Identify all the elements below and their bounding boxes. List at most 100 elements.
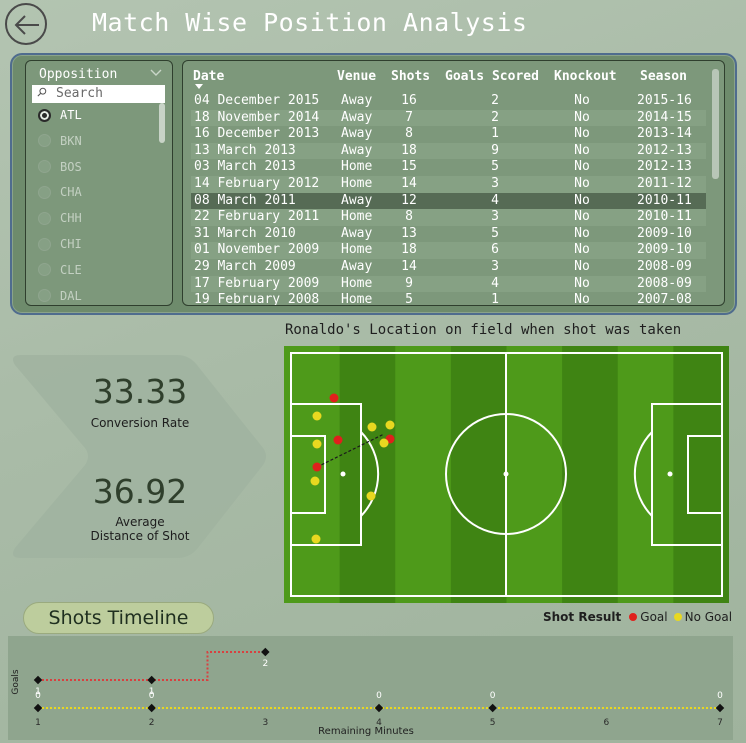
cell-venue: Home <box>341 209 373 225</box>
data-label: 0 <box>376 691 382 701</box>
cell-knockout: No <box>574 109 590 125</box>
shot-marker-no-goal[interactable] <box>311 534 321 544</box>
search-placeholder: Search <box>56 86 103 101</box>
shot-marker-no-goal[interactable] <box>367 422 377 432</box>
radio-unchecked-icon[interactable] <box>38 134 51 148</box>
radio-unchecked-icon[interactable] <box>38 289 51 303</box>
cell-venue: Away <box>341 93 373 108</box>
data-point[interactable] <box>33 675 43 685</box>
data-point[interactable] <box>33 703 43 713</box>
shot-marker-no-goal[interactable] <box>366 491 376 501</box>
shots-timeline-button[interactable]: Shots Timeline <box>23 602 214 634</box>
shot-result-legend: Shot Result Goal No Goal <box>543 610 732 624</box>
table-row[interactable]: 17 February 2009 Home 9 4 No 2008-09 <box>191 275 706 293</box>
data-point[interactable] <box>147 675 156 685</box>
slicer-option[interactable]: CHA <box>38 182 82 202</box>
cell-venue: Away <box>341 142 373 158</box>
shot-marker-no-goal[interactable] <box>312 439 322 449</box>
table-row[interactable]: 01 November 2009 Home 18 6 No 2009-10 <box>191 242 706 259</box>
shot-marker-goal[interactable] <box>333 435 343 445</box>
cell-shots: 18 <box>401 242 417 258</box>
cell-shots: 16 <box>401 93 417 108</box>
data-point[interactable] <box>374 703 384 713</box>
radio-checked-icon[interactable] <box>38 108 51 122</box>
back-button[interactable] <box>5 3 47 45</box>
table-row[interactable]: 03 March 2013 Home 15 5 No 2012-13 <box>191 159 706 176</box>
pitch-stripe <box>673 346 729 603</box>
table-row[interactable]: 31 March 2010 Away 13 5 No 2009-10 <box>191 226 706 243</box>
column-header-venue[interactable]: Venue <box>337 69 376 84</box>
radio-unchecked-icon[interactable] <box>38 185 51 199</box>
radio-unchecked-icon[interactable] <box>38 237 51 251</box>
cell-venue: Away <box>341 192 373 208</box>
column-header-date[interactable]: Date <box>193 69 224 84</box>
slicer-option[interactable]: CHH <box>38 208 82 228</box>
radio-unchecked-icon[interactable] <box>38 211 51 225</box>
slicer-search-input[interactable]: Search <box>32 85 165 103</box>
shot-marker-no-goal[interactable] <box>385 420 395 430</box>
column-header-season[interactable]: Season <box>640 69 687 84</box>
x-tick-label: 7 <box>717 718 723 728</box>
table-row[interactable]: 22 February 2011 Home 8 3 No 2010-11 <box>191 209 706 226</box>
sort-descending-icon <box>195 84 203 89</box>
data-label: 2 <box>262 659 268 669</box>
radio-unchecked-icon[interactable] <box>38 263 51 277</box>
shot-marker-no-goal[interactable] <box>310 476 320 486</box>
slicer-option[interactable]: ATL <box>38 105 82 125</box>
legend-title: Shot Result <box>543 610 622 624</box>
table-row[interactable]: 04 December 2015 Away 16 2 No 2015-16 <box>191 93 706 110</box>
legend-goal[interactable]: Goal <box>640 610 667 624</box>
table-row[interactable]: 13 March 2013 Away 18 9 No 2012-13 <box>191 142 706 160</box>
column-header-knockout[interactable]: Knockout <box>554 69 617 84</box>
page-title: Match Wise Position Analysis <box>92 8 528 37</box>
x-tick-label: 2 <box>149 718 155 728</box>
cell-season: 2008-09 <box>637 275 692 291</box>
shot-marker-goal[interactable] <box>312 462 322 472</box>
table-scrollbar[interactable] <box>712 69 719 179</box>
field-title: Ronaldo's Location on field when shot wa… <box>285 322 682 338</box>
slicer-scrollbar[interactable] <box>159 103 165 143</box>
radio-unchecked-icon[interactable] <box>38 160 51 174</box>
chevron-down-icon[interactable] <box>150 67 162 80</box>
slicer-option[interactable]: BOS <box>38 157 82 177</box>
slicer-option-label: BOS <box>60 159 82 174</box>
slicer-option[interactable]: CHI <box>38 234 82 254</box>
cell-date: 18 November 2014 <box>194 109 320 125</box>
legend-no-goal[interactable]: No Goal <box>685 610 732 624</box>
table-row[interactable]: 29 March 2009 Away 14 3 No 2008-09 <box>191 259 706 276</box>
table-row[interactable]: 19 February 2008 Home 5 1 No 2007-08 <box>191 292 706 306</box>
cell-knockout: No <box>574 209 590 225</box>
table-row[interactable]: 16 December 2013 Away 8 1 No 2013-14 <box>191 126 706 143</box>
cell-season: 2008-09 <box>637 259 692 274</box>
cell-season: 2012-13 <box>637 159 692 175</box>
pitch-stripe <box>284 346 341 603</box>
cell-date: 08 March 2011 <box>194 192 296 208</box>
slicer-option-label: ATL <box>60 108 82 122</box>
data-point[interactable] <box>261 647 270 657</box>
shots-timeline-chart: 1 2 3 4 5 6 71 120 0 0 0 0 Goals Remaining Minutes <box>8 636 733 740</box>
cell-season: 2009-10 <box>637 225 692 241</box>
table-row[interactable]: 14 February 2012 Home 14 3 No 2011-12 <box>191 176 706 193</box>
cell-venue: Home <box>341 292 373 306</box>
cell-knockout: No <box>574 159 590 175</box>
cell-season: 2013-14 <box>637 126 692 142</box>
shot-marker-no-goal[interactable] <box>379 438 389 448</box>
column-header-goals-scored[interactable]: Goals Scored <box>445 69 539 84</box>
data-point[interactable] <box>715 703 725 713</box>
cell-season: 2010-11 <box>637 192 692 208</box>
slicer-option[interactable]: DAL <box>38 286 82 305</box>
data-point[interactable] <box>488 703 497 713</box>
shot-marker-goal[interactable] <box>329 393 339 403</box>
slicer-option[interactable]: BKN <box>38 131 82 151</box>
table-row[interactable]: 08 March 2011 Away 12 4 No 2010-11 <box>191 192 706 210</box>
cell-date: 29 March 2009 <box>194 259 296 274</box>
slicer-option[interactable]: CLE <box>38 260 82 280</box>
cell-shots: 18 <box>401 142 417 158</box>
table-row[interactable]: 18 November 2014 Away 7 2 No 2014-15 <box>191 109 706 127</box>
shot-marker-no-goal[interactable] <box>312 411 322 421</box>
column-header-shots[interactable]: Shots <box>391 69 430 84</box>
data-point[interactable] <box>147 703 156 713</box>
cell-date: 01 November 2009 <box>194 242 320 258</box>
slicer-option-label: DAL <box>60 288 82 303</box>
cell-knockout: No <box>574 192 590 208</box>
